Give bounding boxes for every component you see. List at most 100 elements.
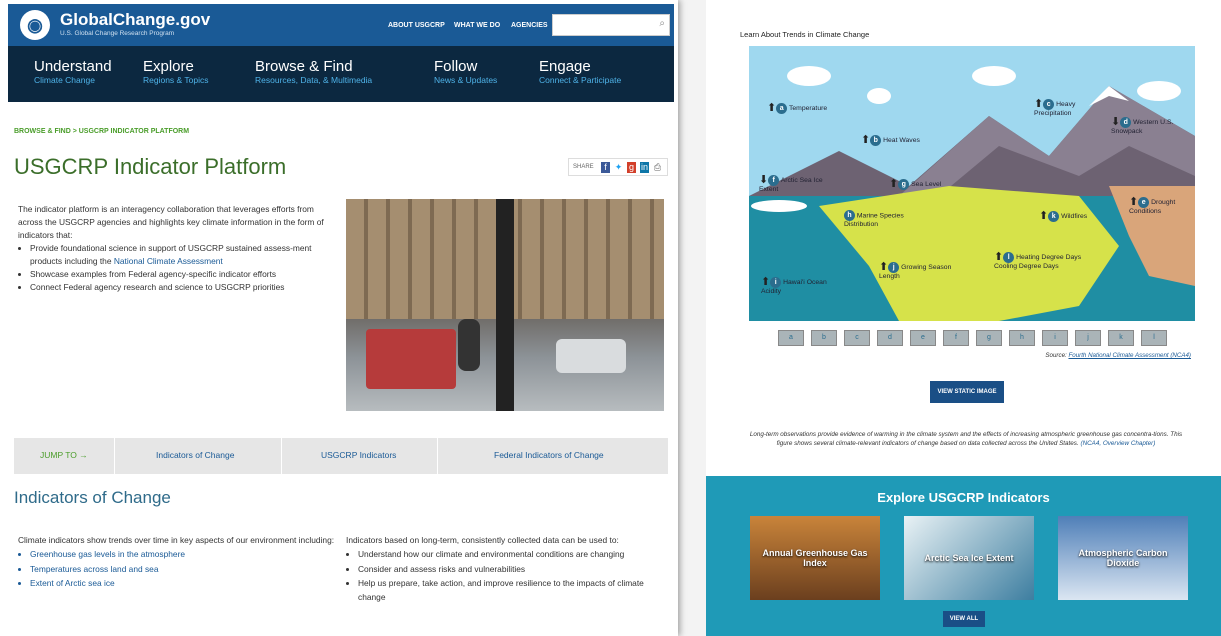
nav-understand[interactable]: Understand Climate Change [34, 58, 112, 85]
label-heat-waves: ⬆ b Heat Waves [861, 134, 920, 146]
graphic-caption: Long-term observations provide evidence … [746, 430, 1186, 449]
label-temperature: ⬆ a Temperature [767, 102, 828, 114]
site-logo-subtitle: U.S. Global Change Research Program [60, 30, 175, 37]
nav-engage-sub: Connect & Participate [539, 75, 622, 85]
thumb-b[interactable]: b [811, 330, 837, 346]
col2-bullet: Understand how our climate and environme… [358, 547, 664, 561]
photo-white-car [556, 339, 626, 373]
label-snowpack: ⬇ d Western U.S. Snowpack [1111, 116, 1174, 136]
intro-text: The indicator platform is an interagency… [18, 203, 334, 294]
indicator-thumbnails: a b c d e f g h i j k l [778, 330, 1168, 348]
nav-understand-title: Understand [34, 58, 112, 75]
col2-bullet: Consider and assess risks and vulnerabil… [358, 562, 664, 576]
jump-divider [437, 438, 438, 474]
share-label: SHARE [573, 164, 594, 170]
jump-usgcrp-indicators[interactable]: USGCRP Indicators [321, 450, 396, 460]
cloud-shape [787, 66, 831, 86]
card-arctic-sea-ice[interactable]: Arctic Sea Ice Extent [904, 516, 1034, 600]
section-title: Indicators of Change [14, 488, 171, 507]
site-header: ◉ GlobalChange.gov U.S. Global Change Re… [8, 4, 674, 46]
photo-cyclist [458, 319, 480, 371]
nav-engage[interactable]: Engage Connect & Participate [539, 58, 621, 85]
page-title: USGCRP Indicator Platform [14, 154, 287, 179]
label-arctic-ice: ⬇ f Arctic Sea Ice Extent [759, 174, 823, 194]
nav-explore[interactable]: Explore Regions & Topics [143, 58, 209, 85]
twitter-icon[interactable]: ✦ [614, 162, 623, 173]
cloud-shape [972, 66, 1016, 86]
intro-bullets: Provide foundational science in support … [30, 242, 334, 294]
label-wildfires-text: Wildfires [1061, 212, 1088, 220]
nav-follow-title: Follow [434, 58, 478, 75]
google-plus-icon[interactable]: g [627, 162, 636, 173]
label-heavy-precip: ⬆ c Heavy Precipitation [1034, 98, 1076, 118]
col2-bullets: Understand how our climate and environme… [358, 547, 664, 604]
intro-paragraph: The indicator platform is an interagency… [18, 204, 324, 241]
thumb-e[interactable]: e [910, 330, 936, 346]
indicators-col-1: Climate indicators show trends over time… [18, 533, 336, 590]
photo-pole [496, 199, 514, 411]
source-link[interactable]: Fourth National Climate Assessment (NCA4… [1068, 352, 1191, 359]
thumb-k[interactable]: k [1108, 330, 1134, 346]
nav-browse[interactable]: Browse & Find Resources, Data, & Multimed… [255, 58, 372, 85]
label-temperature-text: Temperature [788, 104, 828, 112]
right-page: Learn About Trends in Climate Change ⬆ a … [706, 0, 1221, 636]
rain-street-photo [346, 199, 664, 411]
link-arctic-sea-ice[interactable]: Extent of Arctic sea ice [30, 576, 336, 590]
search-icon[interactable]: ⌕ [659, 18, 665, 29]
climate-indicators-graphic[interactable]: ⬆ a Temperature ⬆ b Heat Waves ⬆ c Heavy Pr… [749, 46, 1195, 321]
view-static-image-button[interactable]: VIEW STATIC IMAGE [930, 381, 1004, 403]
thumb-l[interactable]: l [1141, 330, 1167, 346]
jump-bar: JUMP TO → Indicators of Change USGCRP In… [14, 438, 668, 474]
label-growing: ⬆ j Growing Season Length [879, 261, 952, 281]
label-sea-level-text: Sea Level [911, 180, 942, 188]
label-heat-waves-text: Heat Waves [883, 136, 920, 144]
search-input[interactable]: ⌕ [552, 14, 670, 36]
nav-follow[interactable]: Follow News & Updates [434, 58, 497, 85]
cloud-shape [1137, 81, 1181, 101]
print-icon[interactable]: ⎙ [653, 162, 662, 173]
main-nav: Understand Climate Change Explore Regions … [8, 46, 674, 102]
caption-link[interactable]: (NCA4, Overview Chapter) [1080, 440, 1155, 447]
thumb-f[interactable]: f [943, 330, 969, 346]
label-hawaii: ⬆ i Hawai'i Ocean Acidity [761, 276, 827, 296]
nav-explore-sub: Regions & Topics [143, 75, 209, 85]
thumb-h[interactable]: h [1009, 330, 1035, 346]
nav-about[interactable]: ABOUT USGCRP [388, 22, 445, 29]
left-page: ◉ GlobalChange.gov U.S. Global Change Re… [0, 0, 678, 636]
col2-paragraph: Indicators based on long-term, consisten… [346, 535, 619, 545]
nav-what-we-do[interactable]: WHAT WE DO [454, 22, 500, 29]
breadcrumb[interactable]: BROWSE & FIND > USGCRP INDICATOR PLATFOR… [14, 128, 189, 135]
card-greenhouse-gas[interactable]: Annual Greenhouse Gas Index [750, 516, 880, 600]
facebook-icon[interactable]: f [601, 162, 610, 173]
col2-bullet: Help us prepare, take action, and improv… [358, 576, 664, 605]
thumb-a[interactable]: a [778, 330, 804, 346]
thumb-c[interactable]: c [844, 330, 870, 346]
source-prefix: Source: [1045, 352, 1069, 359]
globe-logo-icon[interactable]: ◉ [20, 10, 50, 40]
intro-bullet: Connect Federal agency research and scie… [30, 281, 334, 294]
thumb-d[interactable]: d [877, 330, 903, 346]
label-drought: ⬆ e Drought Conditions [1129, 196, 1176, 216]
jump-federal-indicators[interactable]: Federal Indicators of Change [494, 450, 604, 460]
jump-indicators-of-change[interactable]: Indicators of Change [156, 450, 234, 460]
card-atmospheric-co2[interactable]: Atmospheric Carbon Dioxide [1058, 516, 1188, 600]
linkedin-icon[interactable]: in [640, 162, 649, 173]
site-logo-text[interactable]: GlobalChange.gov [60, 10, 210, 30]
nav-agencies[interactable]: AGENCIES [511, 22, 548, 29]
thumb-j[interactable]: j [1075, 330, 1101, 346]
jump-label: JUMP TO → [40, 450, 88, 460]
screenshot-root: ◉ GlobalChange.gov U.S. Global Change Re… [0, 0, 1221, 636]
link-temperatures[interactable]: Temperatures across land and sea [30, 562, 336, 576]
thumb-g[interactable]: g [976, 330, 1002, 346]
explore-title: Explore USGCRP Indicators [877, 490, 1050, 505]
photo-red-truck [366, 329, 456, 389]
label-sea-level: ⬆ g Sea Level [889, 178, 942, 190]
nca-link[interactable]: National Climate Assessment [114, 256, 223, 266]
thumb-i[interactable]: i [1042, 330, 1068, 346]
label-degree-days: ⬆ l Heating Degree Days Cooling Degree Da… [994, 251, 1082, 271]
view-all-button[interactable]: VIEW ALL [943, 611, 985, 627]
indicators-col-2: Indicators based on long-term, consisten… [346, 533, 664, 604]
link-greenhouse-gas[interactable]: Greenhouse gas levels in the atmosphere [30, 547, 336, 561]
jump-divider [281, 438, 282, 474]
explore-section: Explore USGCRP Indicators Annual Greenho… [706, 476, 1221, 636]
